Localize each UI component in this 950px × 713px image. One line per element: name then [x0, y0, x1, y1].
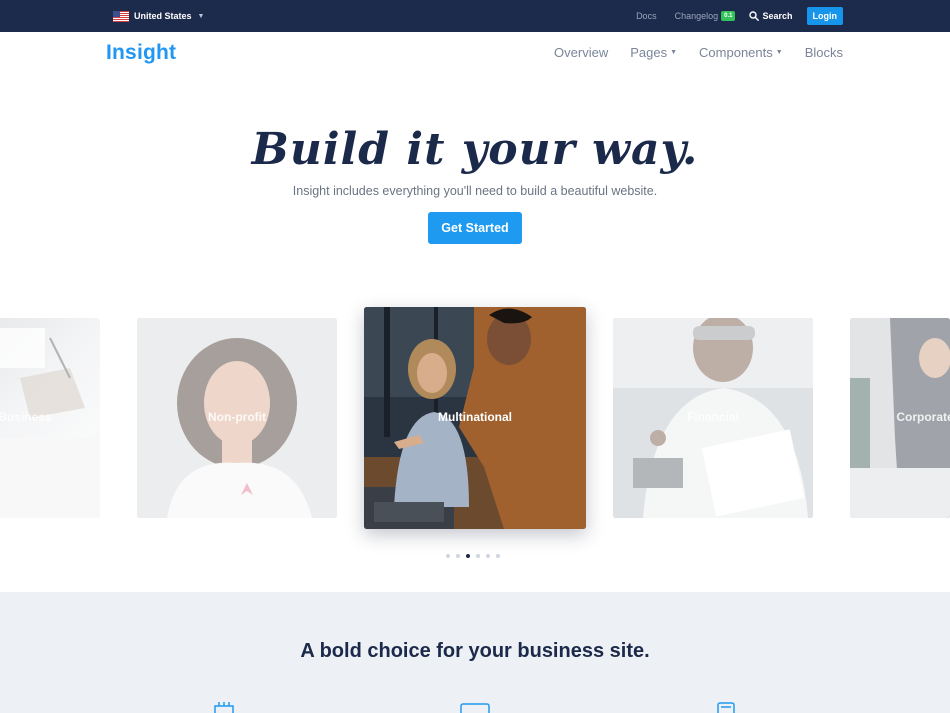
slide-label: Financial — [686, 410, 739, 424]
search-button[interactable]: Search — [749, 11, 793, 21]
carousel-dot[interactable] — [486, 554, 490, 558]
carousel-dot[interactable] — [476, 554, 480, 558]
nav-links: Overview Pages ▼ Components ▼ Blocks — [554, 45, 843, 60]
changelog-link[interactable]: Changelog 0.1 — [675, 11, 736, 21]
changelog-badge: 0.1 — [721, 11, 736, 21]
country-label: United States — [134, 11, 192, 21]
top-utility-bar: United States ▼ Docs Changelog 0.1 Searc… — [0, 0, 950, 32]
carousel-pagination — [446, 554, 500, 558]
slide-label: Multinational — [438, 410, 512, 424]
slide-label: Corporate — [896, 410, 950, 424]
chevron-down-icon: ▼ — [775, 49, 783, 56]
carousel-dot-active[interactable] — [466, 554, 470, 558]
chevron-down-icon: ▼ — [197, 12, 205, 20]
hero-title: Build it your way. — [251, 124, 699, 175]
hero-subtitle: Insight includes everything you'll need … — [292, 184, 658, 198]
chip-icon — [214, 702, 234, 713]
login-button[interactable]: Login — [806, 7, 843, 25]
search-icon — [749, 11, 760, 21]
nav-item-label: Overview — [554, 45, 609, 60]
utility-links: Docs Changelog 0.1 Search Login — [618, 7, 843, 25]
section-title: A bold choice for your business site. — [300, 640, 650, 662]
nav-item-overview[interactable]: Overview — [554, 45, 608, 60]
browser-window-icon — [460, 703, 490, 713]
country-selector[interactable]: United States ▼ — [113, 8, 204, 24]
chevron-down-icon: ▼ — [670, 49, 678, 56]
site-logo[interactable]: Insight — [106, 41, 176, 65]
features-section: A bold choice for your business site. — [0, 592, 950, 713]
carousel-dot[interactable] — [496, 554, 500, 558]
nav-item-label: Pages — [630, 45, 668, 60]
carousel-slide-business[interactable]: Business — [0, 318, 100, 518]
carousel-dot[interactable] — [456, 554, 460, 558]
nav-item-label: Components — [699, 45, 773, 60]
docs-link[interactable]: Docs — [636, 11, 657, 21]
main-navigation: Insight Overview Pages ▼ Components ▼ Bl… — [0, 32, 950, 78]
nav-item-label: Blocks — [804, 45, 843, 60]
search-label: Search — [762, 11, 793, 21]
carousel-slide-financial[interactable]: Financial — [613, 318, 813, 518]
carousel-slide-corporate[interactable]: Corporate — [850, 318, 950, 518]
document-icon — [717, 702, 735, 713]
changelog-label: Changelog — [674, 11, 719, 21]
nav-item-components[interactable]: Components ▼ — [699, 45, 783, 60]
us-flag-icon — [113, 10, 129, 22]
carousel-slide-multinational[interactable]: Multinational — [364, 307, 586, 529]
nav-item-pages[interactable]: Pages ▼ — [630, 45, 677, 60]
get-started-button[interactable]: Get Started — [428, 212, 522, 244]
slide-label: Business — [0, 410, 52, 424]
carousel-dot[interactable] — [446, 554, 450, 558]
carousel-slide-non-profit[interactable]: Non-profit — [137, 318, 337, 518]
slide-label: Non-profit — [208, 410, 266, 424]
nav-item-blocks[interactable]: Blocks — [805, 45, 843, 60]
